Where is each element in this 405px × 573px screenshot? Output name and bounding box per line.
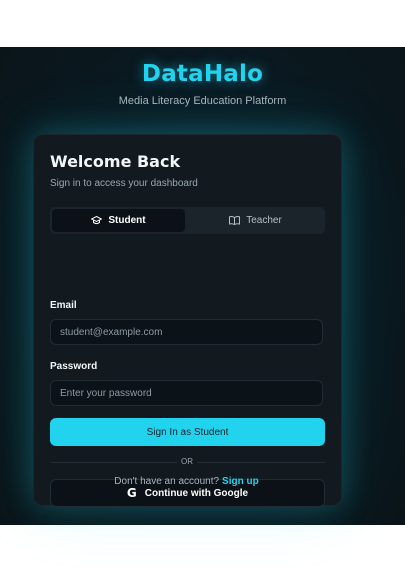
tab-teacher-label: Teacher xyxy=(246,215,282,226)
card-subtitle: Sign in to access your dashboard xyxy=(50,178,198,189)
card-title: Welcome Back xyxy=(50,152,181,171)
login-screen: DataHalo Media Literacy Education Platfo… xyxy=(0,47,405,525)
brand-logo-text: DataHalo xyxy=(141,61,264,87)
tab-teacher[interactable]: Teacher xyxy=(189,209,322,232)
brand-tagline: Media Literacy Education Platform xyxy=(118,95,287,107)
email-field[interactable] xyxy=(50,319,323,345)
signup-link[interactable]: Sign up xyxy=(222,476,259,487)
login-card: Welcome Back Sign in to access your dash… xyxy=(33,134,342,507)
signup-prompt-text: Don't have an account? xyxy=(114,476,220,487)
password-field[interactable] xyxy=(50,380,323,406)
or-divider-text: OR xyxy=(177,455,197,468)
role-toggle: Student Teacher xyxy=(50,207,325,234)
password-label: Password xyxy=(50,361,98,372)
tab-student-label: Student xyxy=(108,215,146,226)
tab-student[interactable]: Student xyxy=(52,209,185,232)
email-label: Email xyxy=(50,300,77,311)
signup-prompt: Don't have an account? Sign up xyxy=(33,476,340,487)
book-icon xyxy=(229,216,241,225)
sign-in-button[interactable]: Sign In as Student xyxy=(50,418,325,446)
google-button-label: Continue with Google xyxy=(144,487,249,499)
graduation-cap-icon xyxy=(91,216,103,225)
google-icon: G xyxy=(126,486,137,500)
